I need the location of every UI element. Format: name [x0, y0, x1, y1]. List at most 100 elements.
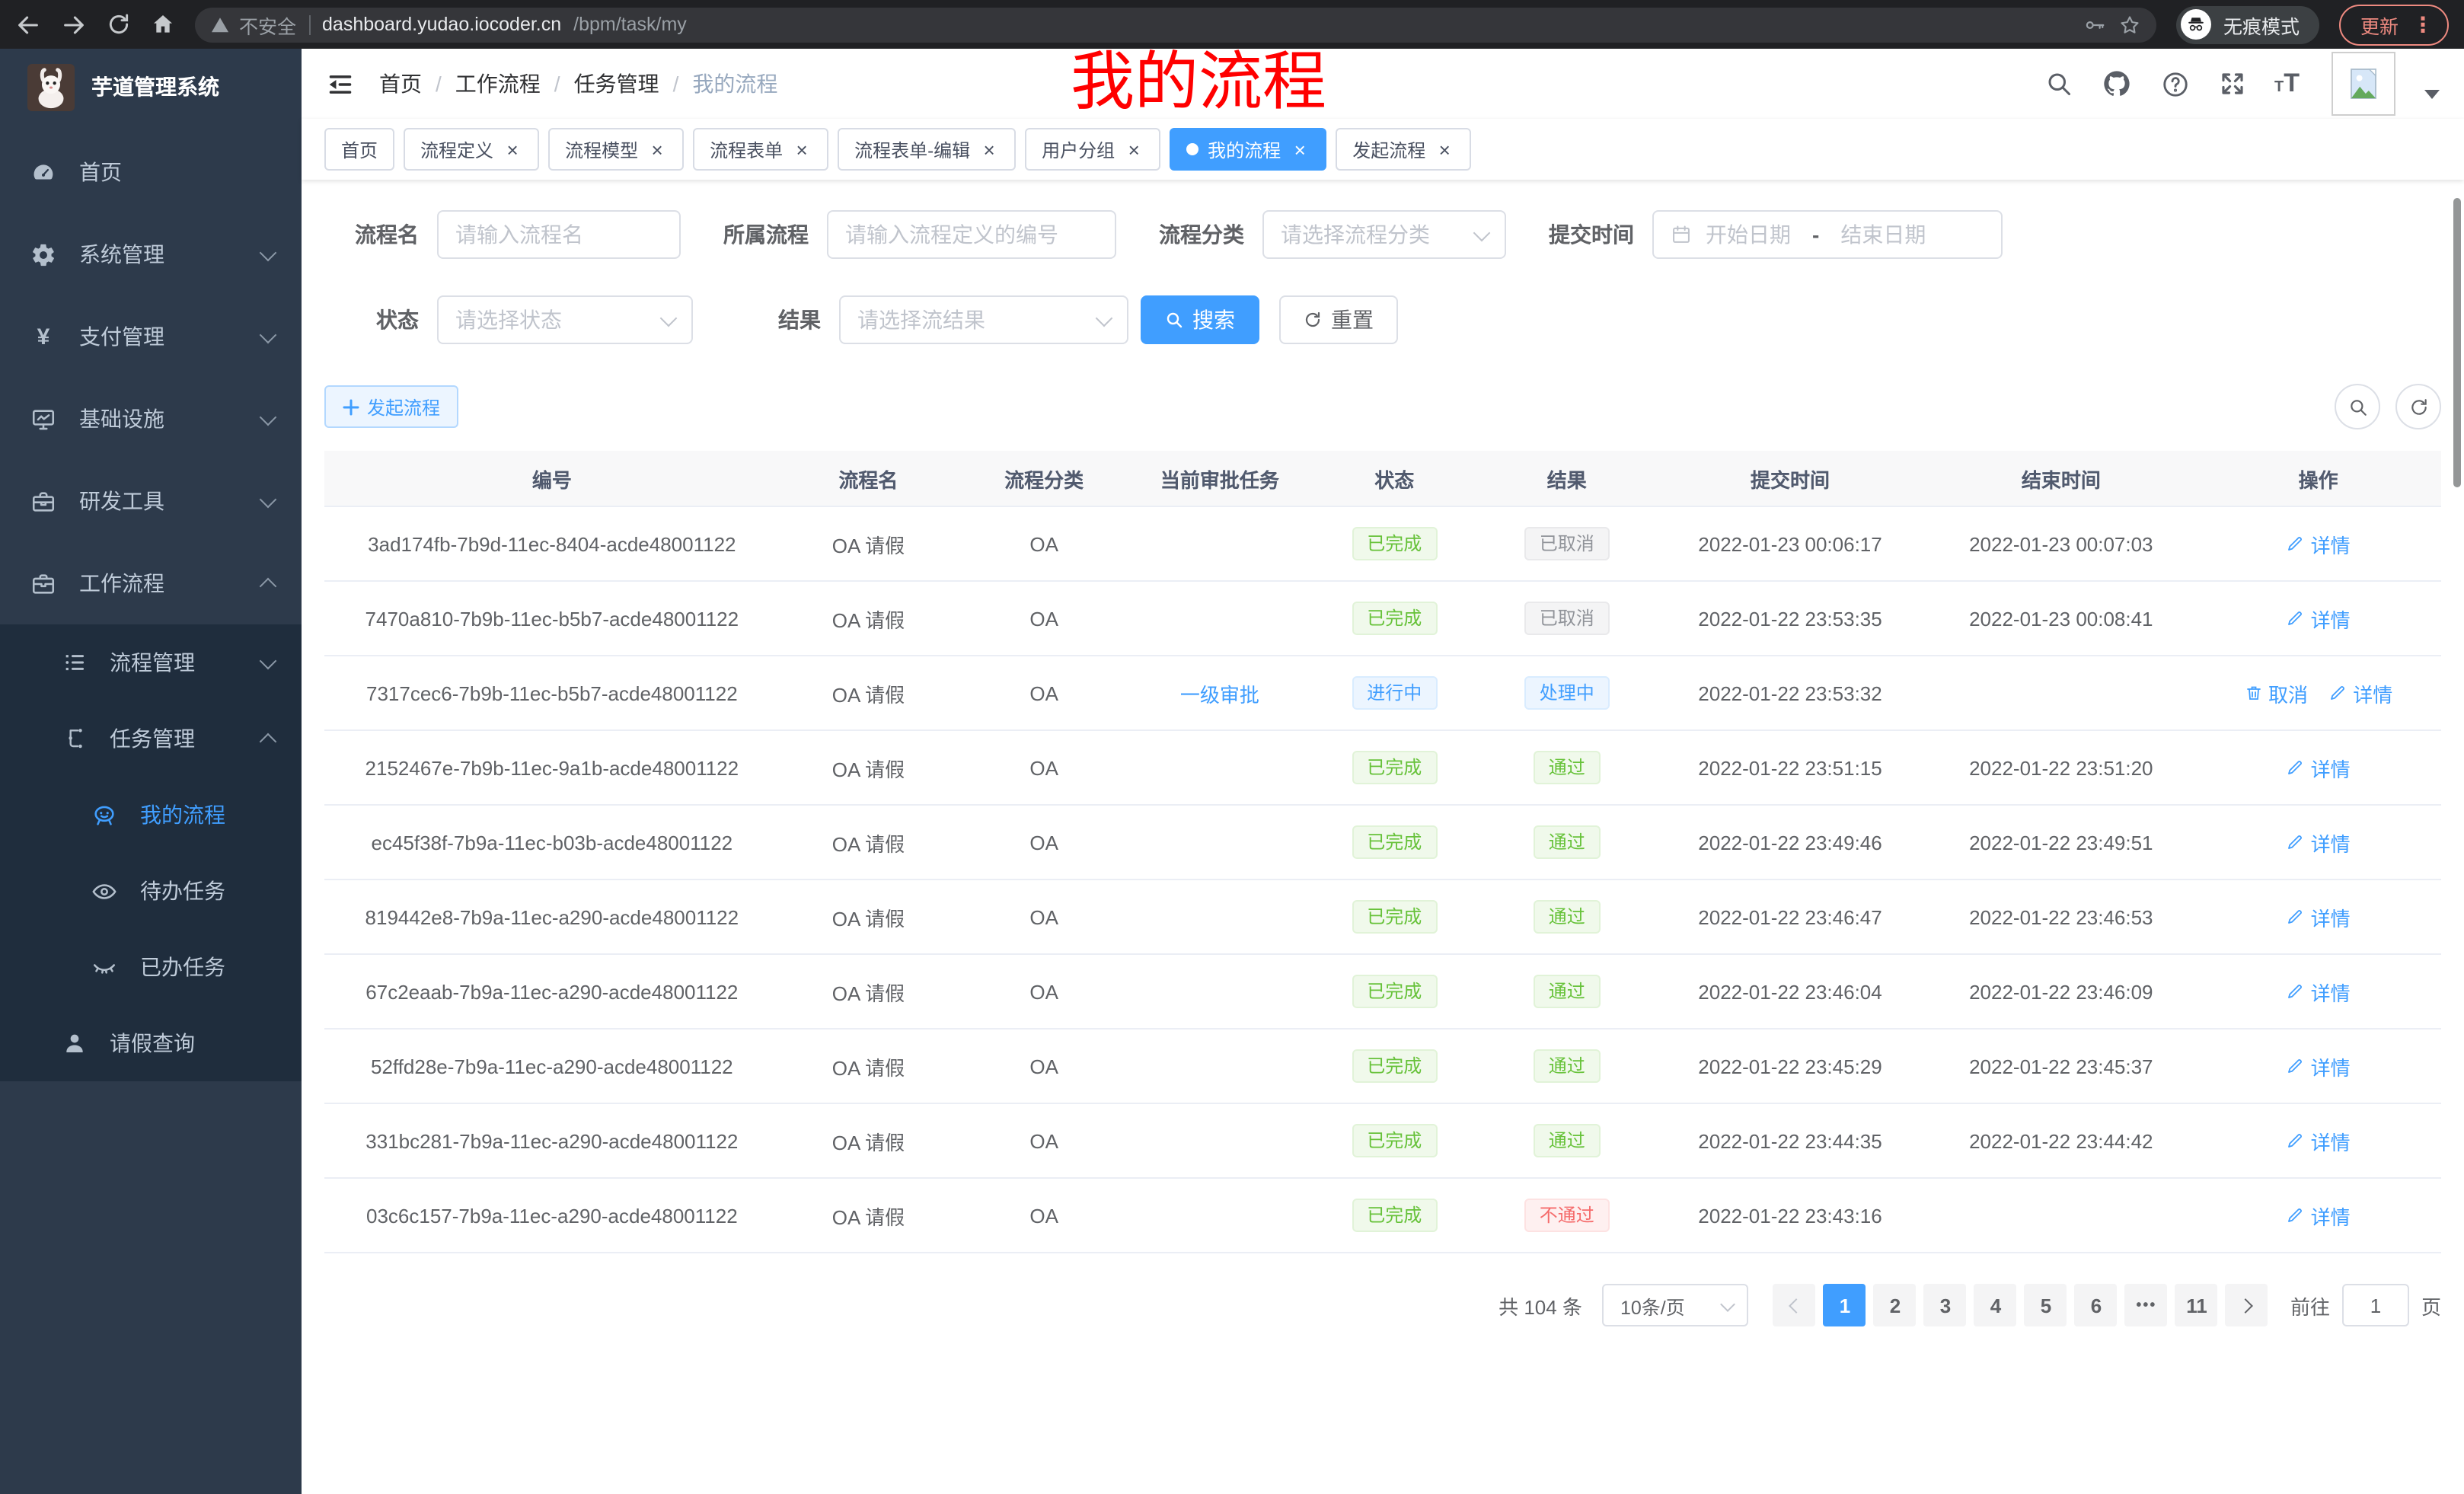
sidebar-item-infra[interactable]: 基础设施	[0, 378, 302, 460]
gear-icon	[30, 241, 56, 267]
prev-page-button[interactable]	[1773, 1284, 1816, 1326]
sidebar-item-workflow[interactable]: 工作流程	[0, 542, 302, 624]
sidebar-item-devtools[interactable]: 研发工具	[0, 460, 302, 542]
next-page-button[interactable]	[2226, 1284, 2268, 1326]
update-button[interactable]: 更新 ⋮	[2339, 4, 2449, 45]
category-select[interactable]: 请选择流程分类	[1262, 210, 1506, 259]
tab-start-process[interactable]: 发起流程×	[1336, 128, 1471, 171]
password-key-icon[interactable]	[2083, 13, 2106, 36]
reset-button[interactable]: 重置	[1279, 295, 1398, 344]
refresh-table-button[interactable]	[2395, 384, 2441, 429]
detail-link[interactable]: 详情	[2287, 604, 2351, 633]
sidebar-item-label: 系统管理	[79, 239, 262, 270]
tab-user-group[interactable]: 用户分组×	[1025, 128, 1160, 171]
process-name: OA 请假	[780, 730, 958, 805]
process-name: OA 请假	[780, 879, 958, 954]
browser-menu-icon[interactable]: ⋮	[2412, 14, 2434, 35]
github-icon[interactable]	[2101, 69, 2131, 99]
search-button[interactable]: 搜索	[1141, 295, 1259, 344]
process-name-input[interactable]	[437, 210, 681, 259]
detail-link[interactable]: 详情	[2328, 678, 2392, 707]
breadcrumb-workflow[interactable]: 工作流程	[455, 69, 541, 99]
result-select[interactable]: 请选择流结果	[839, 295, 1128, 344]
sidebar-item-leave-query[interactable]: 请假查询	[0, 1005, 302, 1081]
detail-link[interactable]: 详情	[2287, 529, 2351, 558]
page-size-select[interactable]: 10条/页	[1602, 1284, 1748, 1326]
forward-icon[interactable]	[61, 11, 87, 37]
search-icon[interactable]	[2044, 70, 2072, 97]
help-icon[interactable]	[2160, 69, 2189, 98]
close-icon[interactable]: ×	[503, 139, 522, 159]
submit-time: 2022-01-22 23:46:04	[1654, 954, 1927, 1029]
tab-my-process[interactable]: 我的流程×	[1170, 128, 1326, 171]
process-definition-input[interactable]	[827, 210, 1116, 259]
detail-link[interactable]: 详情	[2287, 1201, 2351, 1230]
page-button-11[interactable]: 11	[2175, 1284, 2218, 1326]
sidebar-item-done-tasks[interactable]: 已办任务	[0, 929, 302, 1005]
tab-process-form-edit[interactable]: 流程表单-编辑×	[838, 128, 1016, 171]
app-logo-row[interactable]: 芋道管理系统	[0, 49, 302, 125]
status-badge: 已完成	[1352, 602, 1437, 635]
sidebar-item-task-mgmt[interactable]: 任务管理	[0, 701, 302, 777]
detail-link[interactable]: 详情	[2287, 902, 2351, 931]
detail-link[interactable]: 详情	[2287, 1052, 2351, 1081]
cancel-link[interactable]: 取消	[2244, 678, 2308, 707]
breadcrumb-task-mgmt[interactable]: 任务管理	[574, 69, 659, 99]
submit-time-range-picker[interactable]: 开始日期 - 结束日期	[1652, 210, 2003, 259]
close-icon[interactable]: ×	[1435, 139, 1454, 159]
fullscreen-icon[interactable]	[2218, 70, 2245, 97]
submit-time: 2022-01-22 23:45:29	[1654, 1029, 1927, 1103]
end-date-placeholder: 结束日期	[1840, 219, 1926, 250]
status-select[interactable]: 请选择状态	[437, 295, 693, 344]
avatar[interactable]	[2332, 52, 2395, 116]
tab-home[interactable]: 首页	[324, 128, 394, 171]
sidebar-collapse-icon[interactable]	[326, 69, 355, 98]
page-button-4[interactable]: 4	[1974, 1284, 2017, 1326]
detail-link[interactable]: 详情	[2287, 1126, 2351, 1155]
page-button-3[interactable]: 3	[1924, 1284, 1967, 1326]
page-button-1[interactable]: 1	[1824, 1284, 1866, 1326]
process-category: OA	[957, 506, 1131, 581]
toggle-search-button[interactable]	[2335, 384, 2380, 429]
sidebar-item-label: 支付管理	[79, 321, 262, 352]
sidebar-item-system[interactable]: 系统管理	[0, 213, 302, 295]
goto-page-input[interactable]	[2342, 1284, 2409, 1326]
start-process-button[interactable]: 发起流程	[324, 385, 458, 428]
tab-process-model[interactable]: 流程模型×	[548, 128, 684, 171]
scrollbar-thumb[interactable]	[2453, 198, 2461, 487]
reload-icon[interactable]	[107, 12, 131, 37]
close-icon[interactable]: ×	[792, 139, 812, 159]
process-id: 2152467e-7b9b-11ec-9a1b-acde48001122	[324, 730, 780, 805]
home-icon[interactable]	[151, 12, 175, 37]
security-warning[interactable]: 不安全	[210, 10, 296, 39]
close-icon[interactable]: ×	[1124, 139, 1144, 159]
detail-link[interactable]: 详情	[2287, 828, 2351, 857]
detail-link[interactable]: 详情	[2287, 753, 2351, 782]
sidebar-item-todo-tasks[interactable]: 待办任务	[0, 853, 302, 929]
avatar-caret-icon[interactable]	[2424, 90, 2440, 99]
current-task-link[interactable]: 一级审批	[1180, 683, 1259, 706]
back-icon[interactable]	[15, 11, 41, 37]
end-time: 2022-01-22 23:45:37	[1926, 1029, 2195, 1103]
close-icon[interactable]: ×	[1290, 139, 1310, 159]
sidebar-item-process-mgmt[interactable]: 流程管理	[0, 624, 302, 701]
tab-process-form[interactable]: 流程表单×	[693, 128, 828, 171]
page-button-2[interactable]: 2	[1874, 1284, 1917, 1326]
page-button-6[interactable]: 6	[2075, 1284, 2118, 1326]
more-pages-button[interactable]: •••	[2125, 1284, 2168, 1326]
sidebar-item-home[interactable]: 首页	[0, 131, 302, 213]
page-button-5[interactable]: 5	[2025, 1284, 2067, 1326]
address-bar[interactable]: 不安全 dashboard.yudao.iocoder.cn/bpm/task/…	[195, 7, 2156, 42]
bookmark-star-icon[interactable]	[2118, 13, 2141, 36]
pagination: 共 104 条 10条/页 1 2 3 4 5 6 ••• 11	[324, 1284, 2441, 1360]
sidebar-item-my-process[interactable]: 我的流程	[0, 777, 302, 853]
sidebar-item-payment[interactable]: ¥ 支付管理	[0, 295, 302, 378]
font-size-icon[interactable]: TT	[2274, 69, 2300, 99]
toolbox-icon	[30, 488, 56, 514]
close-icon[interactable]: ×	[647, 139, 667, 159]
breadcrumb-home[interactable]: 首页	[379, 69, 422, 99]
detail-link[interactable]: 详情	[2287, 977, 2351, 1006]
close-icon[interactable]: ×	[979, 139, 999, 159]
tab-process-definition[interactable]: 流程定义×	[404, 128, 539, 171]
browser-toolbar: 不安全 dashboard.yudao.iocoder.cn/bpm/task/…	[0, 0, 2464, 49]
